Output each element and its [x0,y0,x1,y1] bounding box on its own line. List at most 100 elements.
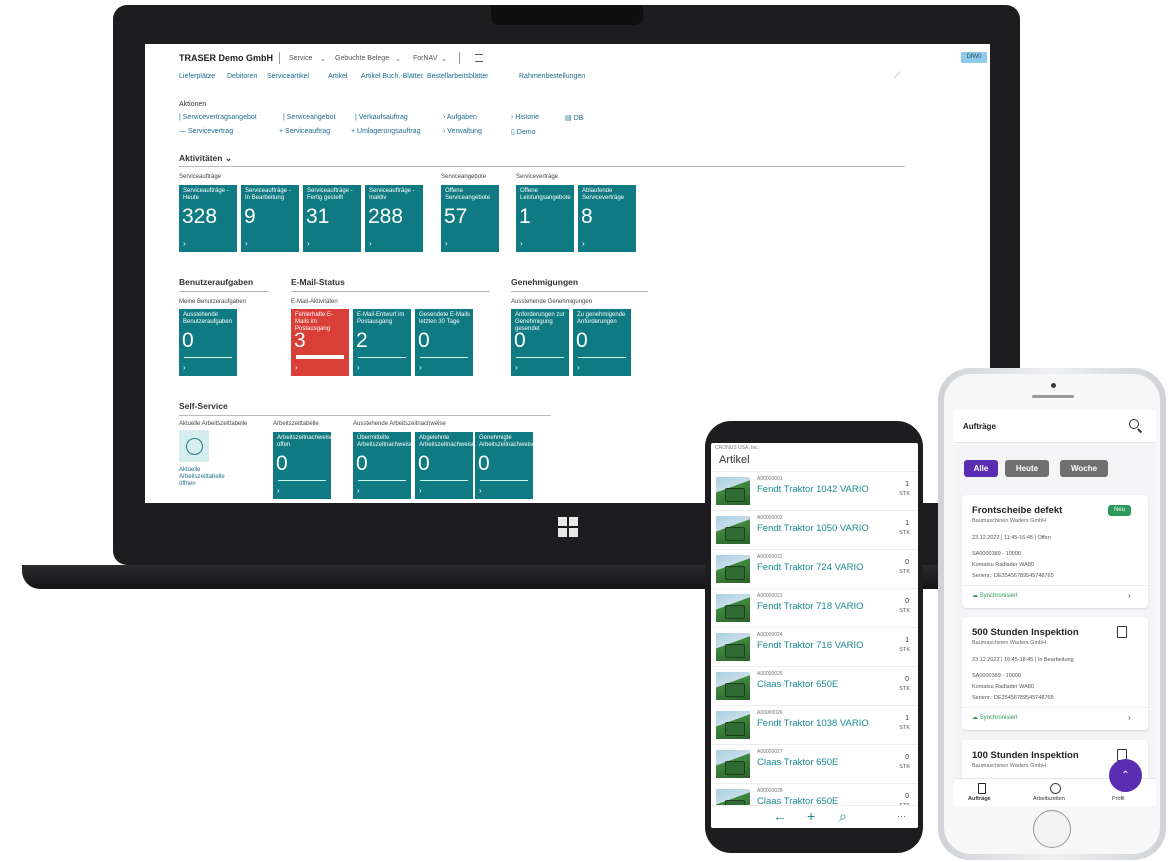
open-timesheet-card[interactable] [179,430,209,462]
action-db[interactable]: ▤ DB [565,114,583,122]
tile-serviceauftraege-inaktiv[interactable]: Serviceaufträge - Inaktiv 288 › [365,185,423,252]
tile-serviceauftraege-heute[interactable]: Serviceaufträge - Heute 328 › [179,185,237,252]
more-icon[interactable]: ··· [897,811,906,821]
tile-ablaufende-servicevertraege[interactable]: Ablaufende Serviceverträge 8 › [578,185,636,252]
menu-service[interactable]: Service [289,55,312,62]
nav-debitoren[interactable]: Debitoren [227,73,257,80]
nav-artikel[interactable]: Artikel [328,73,347,80]
action-verwaltung[interactable]: › Verwaltung [443,128,482,135]
list-item[interactable]: A00000023 Fendt Traktor 718 VARIO 0 STK [711,588,918,628]
phone-status-company: CRONUS USA, Inc. [715,445,760,451]
cloud-check-icon: ☁ [972,593,978,599]
list-item[interactable]: A00000022 Fendt Traktor 724 VARIO 0 STK [711,549,918,589]
tile-offene-serviceangebote[interactable]: Offene Serviceangebote 57 › [441,185,499,252]
speaker-slot [1032,395,1074,398]
search-icon[interactable]: ⌕ [839,808,847,825]
tractor-thumbnail [716,477,750,505]
tile-arbeitszeitnachweise-offen[interactable]: Arbeitszeitnachweise offen 0 › [273,432,331,499]
timesheet-circle-icon [186,438,203,455]
phone-action-bar: ← + ⌕ ··· [711,805,918,828]
tractor-thumbnail [716,555,750,583]
group-aktuelle-arbeitszeittabelle: Aktuelle Arbeitszeittabelle [179,421,248,427]
menu-fornav[interactable]: ForNAV [413,55,437,62]
action-verkaufsauftrag[interactable]: | Verkaufsauftrag [355,114,408,121]
tile-fehlerhafte-emails[interactable]: Fehlerhafte E-Mails im Postausgang 3 › [291,309,349,376]
chevron-right-icon[interactable]: › [1128,713,1131,722]
company-name[interactable]: TRASER Demo GmbH [179,53,273,63]
section-benutzeraufgaben: Benutzeraufgaben [179,277,254,287]
nav-profil[interactable]: Profil [1112,796,1125,802]
action-demo[interactable]: ▯ Demo [511,128,535,136]
nav-serviceartikel[interactable]: Serviceartikel [267,73,309,80]
action-serviceauftrag[interactable]: + Serviceauftrag [279,128,330,135]
action-historie[interactable]: › Historie [511,114,539,121]
nav-rahmenbestellungen[interactable]: Rahmenbestellungen [519,73,585,80]
hamburger-icon[interactable] [475,54,483,62]
nav-bestellarbeitsblaetter[interactable]: Bestellarbeitsblätter [427,73,488,80]
nav-artikel-buchblaetter[interactable]: Artikel Buch.-Blätter [361,73,423,80]
back-arrow-icon[interactable]: ← [773,808,787,824]
tractor-thumbnail [716,672,750,700]
group-ausstehende-genehmigungen: Ausstehende Genehmigungen [511,299,593,305]
tractor-thumbnail [716,594,750,622]
edit-pencil-icon[interactable]: ⟋ [894,70,900,81]
scroll-up-fab[interactable]: ⌃ [1109,759,1142,792]
section-self-service: Self-Service [179,401,228,411]
list-item[interactable]: A00000002 Fendt Traktor 1050 VARIO 1 STK [711,510,918,550]
filter-woche[interactable]: Woche [1060,460,1108,477]
sync-status: ☁ Synchronisiert [972,593,1018,599]
home-button[interactable] [1033,810,1071,848]
list-item[interactable]: A00000025 Claas Traktor 650E 0 STK [711,666,918,706]
filter-heute[interactable]: Heute [1005,460,1049,477]
list-item[interactable]: A00000027 Claas Traktor 650E 0 STK [711,744,918,784]
action-servicevertragsangebot[interactable]: | Servicevertragsangebot [179,114,257,121]
action-aufgaben[interactable]: › Aufgaben [443,114,477,121]
clock-icon[interactable] [1050,783,1061,794]
open-timesheet-link[interactable]: Aktuelle Arbeitszeittabelle öffnen [179,467,229,488]
tile-anforderungen-gesendet[interactable]: Anforderungen zur Genehmigung gesendet 0 › [511,309,569,376]
tile-offene-leistungsangebote[interactable]: Offene Leistungsangebote 1 › [516,185,574,252]
tile-zu-genehmigende-anforderungen[interactable]: Zu genehmigende Anforderungen 0 › [573,309,631,376]
chevron-right-icon[interactable]: › [1128,591,1131,600]
action-umlagerungsauftrag[interactable]: + Umlagerungsauftrag [351,128,420,135]
list-item[interactable]: A00000001 Fendt Traktor 1042 VARIO 1 STK [711,471,918,511]
nav-auftraege[interactable]: Aufträge [968,796,991,802]
artikel-title: Artikel [719,454,750,466]
order-title: 500 Stunden Inspektion [972,627,1079,638]
status-badge: Neu [1108,505,1131,516]
order-card[interactable]: Frontscheibe defekt Neu Baumaschinen Wad… [962,495,1148,608]
order-card[interactable]: 500 Stunden Inspektion Baumaschinen Wade… [962,617,1148,730]
action-serviceangebot[interactable]: | Serviceangebot [283,114,335,121]
app-header: TRASER Demo GmbH Service ⌄ Gebuchte Beleg… [145,44,990,72]
tractor-thumbnail [716,633,750,661]
camera-dot [1051,383,1056,388]
laptop-notch [491,5,643,25]
tile-serviceauftraege-in-bearbeitung[interactable]: Serviceaufträge - In Bearbeitung 9 › [241,185,299,252]
tile-gesendete-emails[interactable]: Gesendete E-Mails letzten 30 Tage 0 › [415,309,473,376]
list-item[interactable]: A00000026 Fendt Traktor 1038 VARIO 1 STK [711,705,918,745]
filter-alle[interactable]: Alle [964,460,998,477]
phone-auftraege-screen: Aufträge Alle Heute Woche Frontscheibe d… [954,410,1156,806]
cloud-check-icon: ☁ [972,715,978,721]
tile-serviceauftraege-fertig[interactable]: Serviceaufträge - Fertig gestellt 31 › [303,185,361,252]
tile-uebermittelte-arbeitszeitnachweise[interactable]: Übermittelte Arbeitszeitnachweise 0 › [353,432,411,499]
nav-lieferplaetze[interactable]: Lieferplätze [179,73,215,80]
order-title: Frontscheibe defekt [972,505,1063,516]
menu-gebuchte-belege[interactable]: Gebuchte Belege [335,55,389,62]
section-email-status: E-Mail-Status [291,277,345,287]
environment-badge: DfW0 [961,52,987,63]
tile-ausstehende-benutzeraufgaben[interactable]: Ausstehende Benutzeraufgaben 0 › [179,309,237,376]
search-icon[interactable] [1129,419,1139,429]
group-serviceangebote: Serviceangebote [441,174,487,180]
tile-email-entwurf[interactable]: E-Mail-Entwurf im Postausgang 2 › [353,309,411,376]
tile-genehmigte-arbeitszeitnachweise[interactable]: Genehmigte Arbeitszeitnachweise 0 › [475,432,533,499]
list-item[interactable]: A00000024 Fendt Traktor 716 VARIO 1 STK [711,627,918,667]
nav-arbeitszeiten[interactable]: Arbeitszeiten [1033,796,1065,802]
section-aktivitaeten[interactable]: Aktivitäten ⌄ [179,153,232,164]
action-servicevertrag[interactable]: — Servicevertrag [179,128,233,135]
add-icon[interactable]: + [807,808,815,824]
group-arbeitszeittabelle: Arbeitszeittabelle [273,421,319,427]
tile-abgelehnte-arbeitszeitnachweise[interactable]: Abgelehnte Arbeitszeitnachweise 0 › [415,432,473,499]
clipboard-icon[interactable] [978,783,986,794]
group-serviceauftraege: Serviceaufträge [179,174,222,180]
